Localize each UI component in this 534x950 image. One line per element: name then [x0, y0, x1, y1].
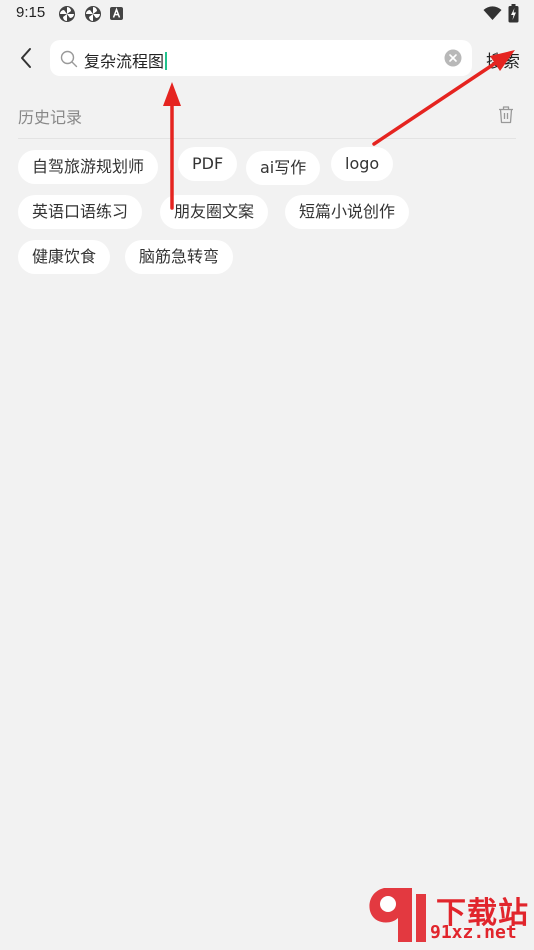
history-chip[interactable]: 健康饮食: [18, 240, 111, 274]
watermark-url: 91xz.net: [430, 922, 517, 943]
annotation-arrows: [163, 50, 515, 210]
history-chip[interactable]: PDF: [178, 147, 238, 181]
history-chip[interactable]: 英语口语练习: [18, 195, 143, 229]
back-button[interactable]: [14, 44, 40, 72]
fan-icon: [59, 6, 75, 22]
search-button[interactable]: 搜索: [486, 47, 520, 72]
search-icon: [60, 50, 78, 68]
history-chip[interactable]: 自驾旅游规划师: [18, 150, 159, 184]
chevron-left-icon: [21, 48, 31, 68]
annotation-arrow-up: [163, 82, 181, 210]
history-chip[interactable]: logo: [331, 147, 394, 181]
search-query: 复杂流程图: [84, 52, 165, 71]
history-chip[interactable]: 脑筋急转弯: [125, 240, 234, 274]
watermark-logo-icon: [369, 888, 426, 942]
watermark: 下载站 91xz.net: [362, 880, 534, 950]
wifi-icon: [483, 6, 502, 21]
search-bar[interactable]: 复杂流程图: [50, 40, 472, 76]
fan-icon: [85, 6, 101, 22]
history-chip[interactable]: ai写作: [246, 151, 321, 185]
status-time: 9:15: [16, 4, 46, 21]
history-title: 历史记录: [18, 108, 83, 127]
status-bar: 9:15: [0, 0, 534, 28]
history-chip[interactable]: 短篇小说创作: [285, 195, 410, 229]
trash-icon[interactable]: [497, 105, 515, 124]
text-cursor: [165, 52, 168, 70]
history-chip[interactable]: 朋友圈文案: [160, 195, 269, 229]
battery-icon: [508, 4, 519, 23]
font-a-icon: [110, 7, 123, 20]
clear-icon[interactable]: [444, 49, 462, 67]
divider: [18, 138, 516, 139]
search-input[interactable]: 复杂流程图: [84, 48, 168, 72]
